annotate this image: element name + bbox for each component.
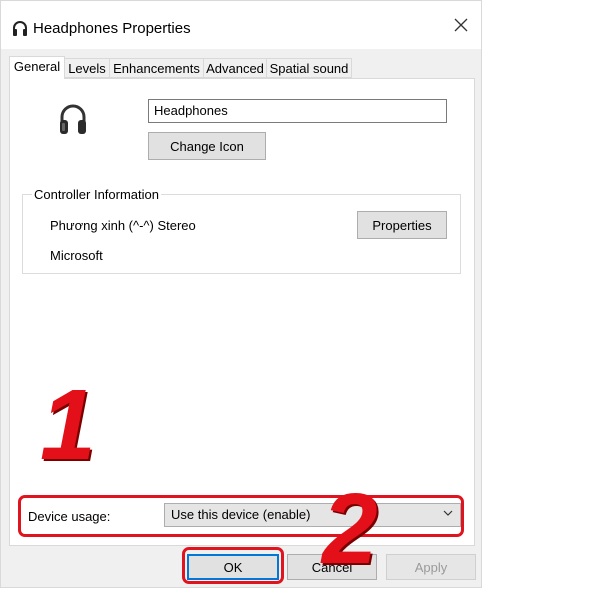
headphones-icon xyxy=(58,103,88,137)
title-bar: Headphones Properties xyxy=(1,1,481,49)
close-button[interactable] xyxy=(441,9,481,45)
device-usage-highlight xyxy=(18,495,464,537)
tab-advanced[interactable]: Advanced xyxy=(203,58,267,78)
tab-enhancements[interactable]: Enhancements xyxy=(109,58,204,78)
tab-spatial-sound[interactable]: Spatial sound xyxy=(266,58,352,78)
manufacturer-name: Microsoft xyxy=(50,248,103,263)
tab-general[interactable]: General xyxy=(9,56,65,79)
controller-group-title: Controller Information xyxy=(32,187,161,202)
controller-properties-button[interactable]: Properties xyxy=(357,211,447,239)
headphones-icon xyxy=(12,21,28,37)
step-2-marker: 2 xyxy=(322,473,378,585)
ok-button-highlight xyxy=(182,547,284,584)
controller-name: Phương xinh (^-^) Stereo xyxy=(50,218,196,233)
change-icon-button[interactable]: Change Icon xyxy=(148,132,266,160)
step-1-marker: 1 xyxy=(40,369,96,481)
apply-button[interactable]: Apply xyxy=(386,554,476,580)
tab-levels[interactable]: Levels xyxy=(64,58,110,78)
device-name-input[interactable]: Headphones xyxy=(148,99,447,123)
close-icon xyxy=(454,18,468,37)
window-title: Headphones Properties xyxy=(33,20,191,37)
controller-info-group: Controller Information Phương xinh (^-^)… xyxy=(22,187,461,274)
